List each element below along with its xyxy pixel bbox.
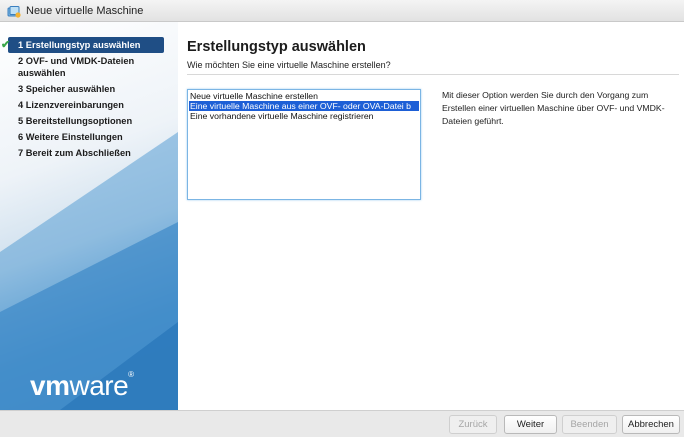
divider xyxy=(187,74,679,75)
step-3[interactable]: 3 Speicher auswählen xyxy=(0,81,178,97)
vm-wizard-icon xyxy=(7,5,21,18)
step-2[interactable]: 2 OVF- und VMDK-Dateien auswählen xyxy=(0,53,178,81)
step-label: 6 Weitere Einstellungen xyxy=(18,132,123,142)
window-title: Neue virtuelle Maschine xyxy=(26,4,144,17)
title-bar: Neue virtuelle Maschine xyxy=(0,0,684,22)
cancel-button[interactable]: Abbrechen xyxy=(622,415,680,434)
step-4[interactable]: 4 Lizenzvereinbarungen xyxy=(0,97,178,113)
next-button[interactable]: Weiter xyxy=(504,415,557,434)
step-5[interactable]: 5 Bereitstellungsoptionen xyxy=(0,113,178,129)
step-list: ✔ 1 Erstellungstyp auswählen 2 OVF- und … xyxy=(0,37,178,161)
option-create-new[interactable]: Neue virtuelle Maschine erstellen xyxy=(189,91,419,101)
finish-button[interactable]: Beenden xyxy=(562,415,617,434)
option-description: Mit dieser Option werden Sie durch den V… xyxy=(442,90,665,126)
step-label: 2 OVF- und VMDK-Dateien auswählen xyxy=(18,56,135,78)
checkmark-icon: ✔ xyxy=(1,39,11,51)
step-6[interactable]: 6 Weitere Einstellungen xyxy=(0,129,178,145)
step-7[interactable]: 7 Bereit zum Abschließen xyxy=(0,145,178,161)
button-bar: Zurück Weiter Beenden Abbrechen xyxy=(0,410,684,437)
vmware-logo: vmware® xyxy=(30,370,134,401)
option-register-existing[interactable]: Eine vorhandene virtuelle Maschine regis… xyxy=(189,111,419,121)
step-label: 7 Bereit zum Abschließen xyxy=(18,148,131,158)
option-deploy-ovf[interactable]: Eine virtuelle Maschine aus einer OVF- o… xyxy=(189,101,419,111)
page-subtitle: Wie möchten Sie eine virtuelle Maschine … xyxy=(187,60,391,70)
step-label: 1 Erstellungstyp auswählen xyxy=(18,40,141,50)
back-button[interactable]: Zurück xyxy=(449,415,497,434)
step-label: 5 Bereitstellungsoptionen xyxy=(18,116,133,126)
wizard-sidebar: ✔ 1 Erstellungstyp auswählen 2 OVF- und … xyxy=(0,22,178,410)
step-1[interactable]: ✔ 1 Erstellungstyp auswählen xyxy=(1,37,164,53)
creation-type-list[interactable]: Neue virtuelle Maschine erstellen Eine v… xyxy=(187,89,421,200)
step-label: 3 Speicher auswählen xyxy=(18,84,116,94)
page-title: Erstellungstyp auswählen xyxy=(187,39,366,55)
step-label: 4 Lizenzvereinbarungen xyxy=(18,100,124,110)
main-panel: Erstellungstyp auswählen Wie möchten Sie… xyxy=(178,22,684,410)
